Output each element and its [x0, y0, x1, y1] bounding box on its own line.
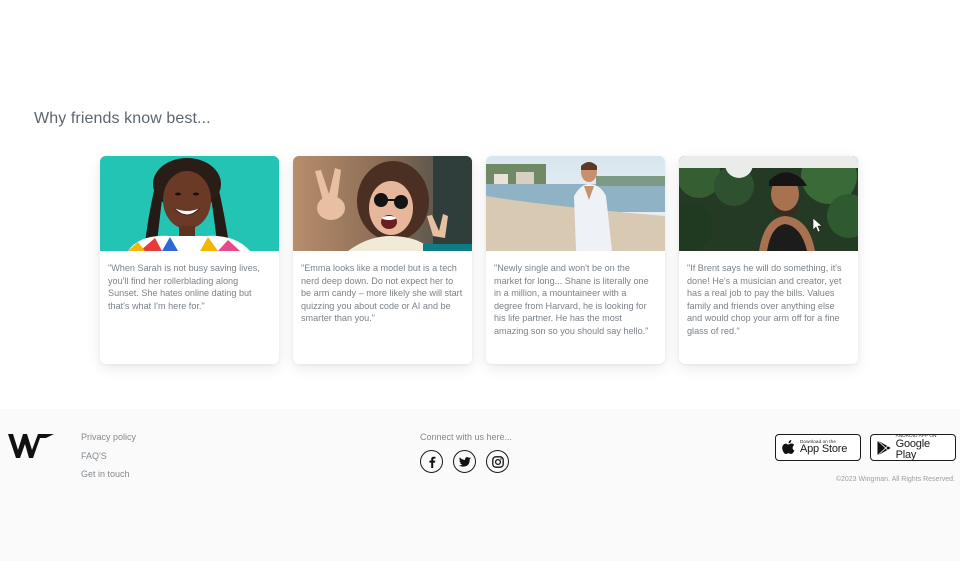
get-in-touch-link[interactable]: Get in touch	[81, 469, 136, 480]
footer: Privacy policy FAQ'S Get in touch Connec…	[0, 409, 960, 561]
google-play-icon	[877, 440, 891, 455]
card-quote: "If Brent says he will do something, it'…	[687, 263, 842, 336]
testimonial-cards: "When Sarah is not busy saving lives, yo…	[100, 156, 858, 364]
card-quote: "Newly single and won't be on the market…	[494, 263, 649, 336]
card-photo-emma	[293, 156, 472, 251]
apple-icon	[782, 440, 795, 455]
testimonial-card-sarah: "When Sarah is not busy saving lives, yo…	[100, 156, 279, 364]
card-photo-shane	[486, 156, 665, 251]
app-store-big-text: App Store	[800, 443, 848, 456]
testimonial-card-brent: "If Brent says he will do something, it'…	[679, 156, 858, 364]
card-photo-brent	[679, 156, 858, 251]
facebook-icon[interactable]	[420, 450, 443, 473]
app-store-badges: Download on the App Store ANDROID APP ON…	[775, 434, 956, 461]
privacy-policy-link[interactable]: Privacy policy	[81, 432, 136, 443]
twitter-icon[interactable]	[453, 450, 476, 473]
card-photo-sarah	[100, 156, 279, 251]
connect-section: Connect with us here...	[420, 432, 512, 473]
footer-links: Privacy policy FAQ'S Get in touch	[81, 432, 136, 488]
social-links	[420, 450, 512, 473]
google-play-button[interactable]: ANDROID APP ON Google Play	[870, 434, 956, 461]
card-quote: "Emma looks like a model but is a tech n…	[301, 263, 463, 324]
faqs-link[interactable]: FAQ'S	[81, 451, 136, 462]
section-title: Why friends know best...	[34, 110, 211, 127]
app-store-button[interactable]: Download on the App Store	[775, 434, 861, 461]
testimonial-card-emma: "Emma looks like a model but is a tech n…	[293, 156, 472, 364]
connect-label: Connect with us here...	[420, 432, 513, 442]
instagram-icon[interactable]	[486, 450, 509, 473]
copyright: ©2023 Wingman. All Rights Reserved.	[835, 476, 955, 483]
testimonial-card-shane: "Newly single and won't be on the market…	[486, 156, 665, 364]
wingman-logo[interactable]	[8, 432, 54, 465]
google-play-big-text: Google Play	[895, 437, 930, 461]
card-quote: "When Sarah is not busy saving lives, yo…	[108, 263, 260, 311]
